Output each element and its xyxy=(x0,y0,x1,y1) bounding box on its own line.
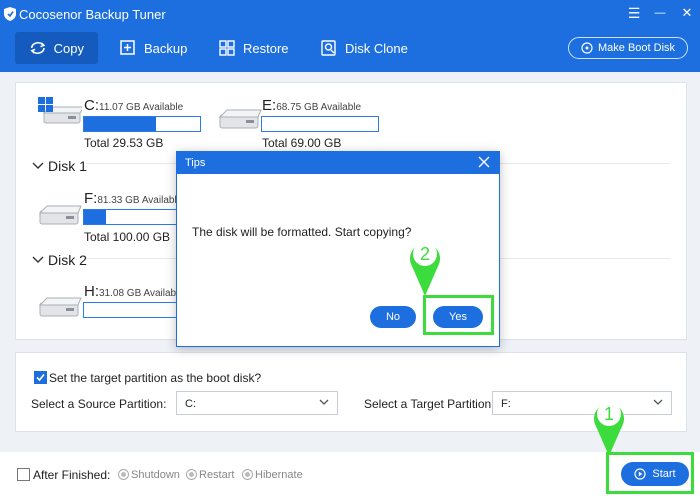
yes-highlight-box xyxy=(423,295,494,335)
partition-h-letter: H: xyxy=(84,283,99,300)
step-marker-1: 1 xyxy=(594,402,624,456)
hard-drive-icon xyxy=(38,205,82,225)
boot-disk-icon xyxy=(581,42,593,54)
shutdown-radio[interactable] xyxy=(118,469,129,480)
copy-sync-icon xyxy=(30,42,46,54)
partition-h-available: 31.08 GB Available xyxy=(99,288,184,299)
chevron-down-icon xyxy=(319,399,329,405)
windows-drive-icon xyxy=(38,97,82,124)
partition-c[interactable]: C:11.07 GB Available xyxy=(84,97,183,114)
close-window-button[interactable]: ✕ xyxy=(679,5,695,21)
app-title: Cocosenor Backup Tuner xyxy=(19,7,166,22)
tab-copy-label: Copy xyxy=(53,40,84,56)
make-boot-disk-button[interactable]: Make Boot Disk xyxy=(568,37,688,59)
partition-f-letter: F: xyxy=(84,190,98,207)
partition-e[interactable]: E:68.75 GB Available xyxy=(262,97,361,114)
boot-disk-checkbox[interactable] xyxy=(34,371,47,384)
partition-c-total: Total 29.53 GB xyxy=(84,136,164,150)
chevron-down-icon xyxy=(32,162,44,169)
after-finished-checkbox[interactable] xyxy=(17,468,30,481)
hibernate-label: Hibernate xyxy=(255,469,303,481)
restart-label: Restart xyxy=(199,469,235,481)
tab-disk-clone[interactable]: Disk Clone xyxy=(307,32,422,64)
title-bar: Cocosenor Backup Tuner ☰ — ✕ xyxy=(0,0,700,28)
dialog-message: The disk will be formatted. Start copyin… xyxy=(192,225,412,239)
source-partition-label: Select a Source Partition: xyxy=(31,397,167,411)
partition-c-available: 11.07 GB Available xyxy=(99,102,184,113)
checkmark-icon xyxy=(36,373,45,382)
disk-clone-icon xyxy=(321,40,336,56)
options-panel: Set the target partition as the boot dis… xyxy=(15,352,687,432)
shield-logo-icon xyxy=(4,7,16,21)
backup-plus-icon xyxy=(120,40,135,55)
target-partition-label: Select a Target Partition: xyxy=(364,397,495,411)
hibernate-radio[interactable] xyxy=(242,469,253,480)
disk2-header[interactable]: Disk 2 xyxy=(32,252,87,268)
start-highlight-box xyxy=(606,452,694,494)
target-partition-select[interactable]: F: xyxy=(492,391,672,415)
restart-radio[interactable] xyxy=(186,469,197,480)
hard-drive-icon xyxy=(38,297,82,317)
top-bar: Cocosenor Backup Tuner ☰ — ✕ Copy Backup… xyxy=(0,0,700,72)
tab-backup[interactable]: Backup xyxy=(106,32,201,64)
source-partition-select[interactable]: C: xyxy=(176,391,338,415)
partition-e-capacity-bar xyxy=(261,116,379,132)
tab-copy[interactable]: Copy xyxy=(15,32,98,64)
dialog-title: Tips xyxy=(185,157,206,169)
boot-disk-label: Set the target partition as the boot dis… xyxy=(49,371,262,385)
chevron-down-icon xyxy=(653,399,663,405)
partition-f-available: 81.33 GB Available xyxy=(97,195,183,206)
partition-h[interactable]: H:31.08 GB Available xyxy=(84,283,184,300)
tab-restore-label: Restore xyxy=(243,40,289,56)
chevron-down-icon xyxy=(32,256,44,263)
bottom-bar: After Finished: Shutdown Restart Hiberna… xyxy=(0,452,700,498)
dialog-header: Tips xyxy=(177,152,499,174)
restore-grid-icon xyxy=(219,40,235,56)
after-finished-label: After Finished: xyxy=(33,468,111,482)
shutdown-label: Shutdown xyxy=(131,469,180,481)
source-partition-value: C: xyxy=(185,398,196,410)
tab-disk-clone-label: Disk Clone xyxy=(345,40,408,56)
partition-c-capacity-bar xyxy=(83,116,201,132)
no-button[interactable]: No xyxy=(370,306,416,328)
partition-c-capacity-fill xyxy=(84,117,156,131)
partition-e-available: 68.75 GB Available xyxy=(276,102,362,113)
close-icon[interactable] xyxy=(477,155,491,169)
partition-f-capacity-fill xyxy=(84,210,107,224)
minimize-button[interactable]: — xyxy=(652,5,668,21)
tab-backup-label: Backup xyxy=(144,40,188,56)
disk1-name: Disk 1 xyxy=(48,158,87,174)
step-marker-2: 2 xyxy=(410,242,440,296)
hard-drive-icon xyxy=(218,109,262,129)
menu-button[interactable]: ☰ xyxy=(626,5,642,21)
partition-e-letter: E: xyxy=(262,97,277,114)
partition-e-total: Total 69.00 GB xyxy=(262,136,342,150)
disk1-header[interactable]: Disk 1 xyxy=(32,158,87,174)
partition-f[interactable]: F:81.33 GB Available xyxy=(84,190,182,207)
step-marker-2-label: 2 xyxy=(420,244,430,264)
make-boot-disk-label: Make Boot Disk xyxy=(597,42,676,54)
target-partition-value: F: xyxy=(501,398,511,410)
tab-restore[interactable]: Restore xyxy=(205,32,303,64)
step-marker-1-label: 1 xyxy=(604,404,614,424)
disk2-name: Disk 2 xyxy=(48,252,87,268)
partition-c-letter: C: xyxy=(84,97,99,114)
partition-f-total: Total 100.00 GB xyxy=(84,230,171,244)
